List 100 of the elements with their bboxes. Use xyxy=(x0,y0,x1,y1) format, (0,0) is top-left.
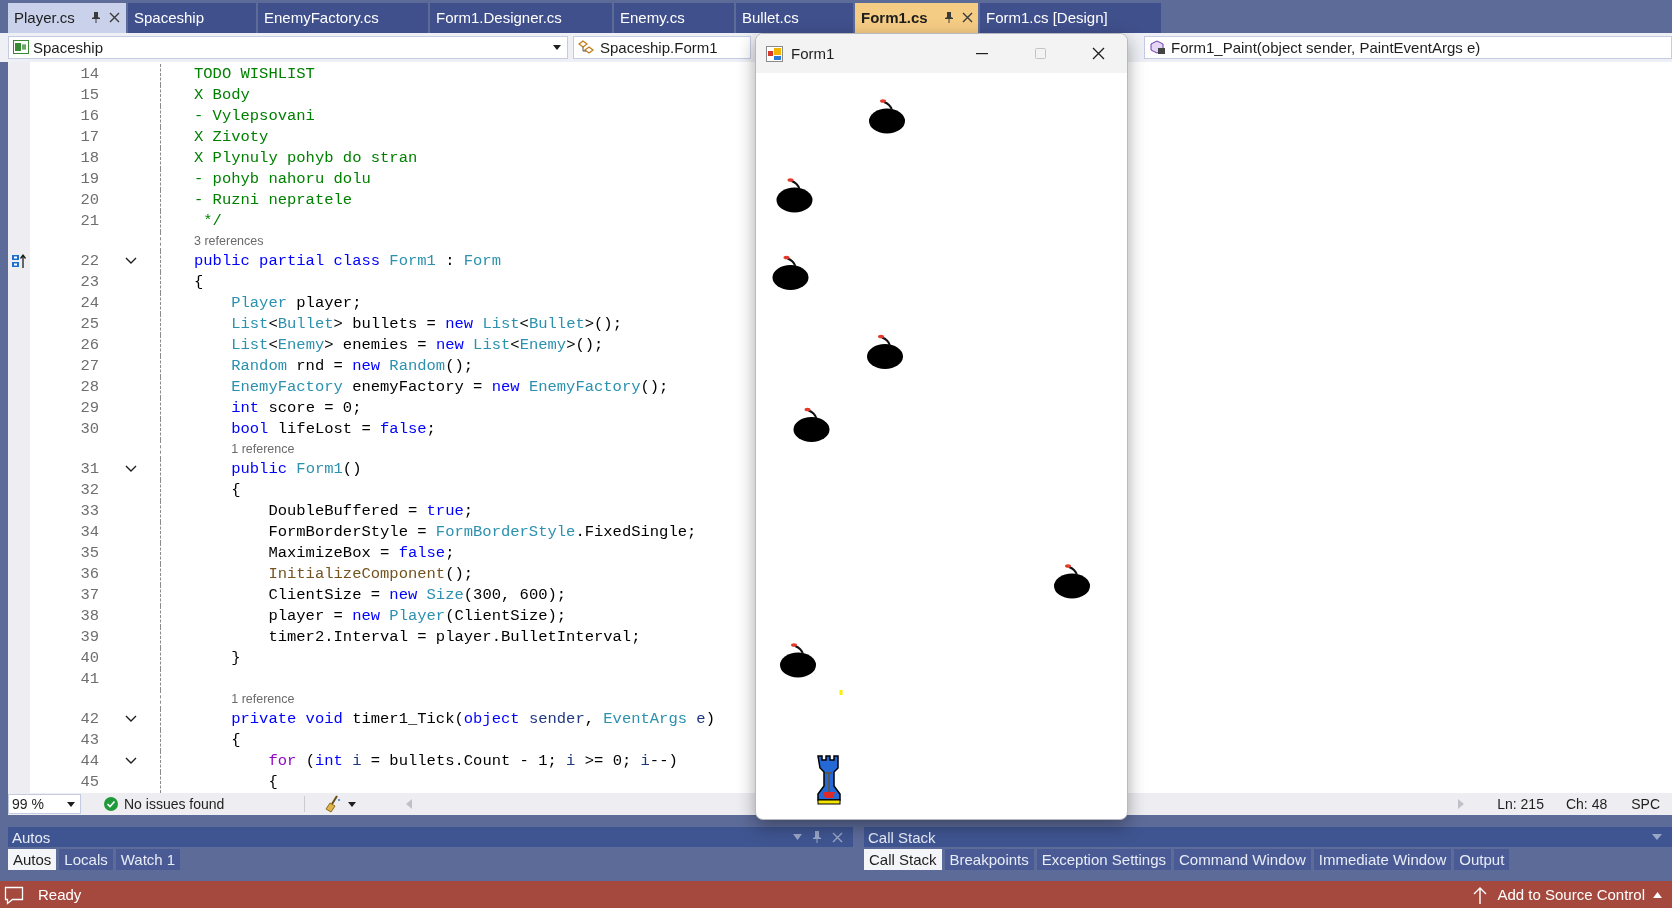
caret-icon xyxy=(348,801,356,807)
override-glyph-icon[interactable] xyxy=(11,253,27,270)
codelens-link[interactable]: 1 reference xyxy=(231,442,295,457)
code-line: FormBorderStyle = FormBorderStyle.FixedSingle; xyxy=(267,523,697,542)
zoom-dropdown[interactable]: 99 % xyxy=(8,794,81,815)
panel-tab[interactable]: Output xyxy=(1454,848,1510,870)
editor-tab[interactable]: Form1.cs [Design] xyxy=(980,3,1161,33)
editor-tab[interactable]: Spaceship xyxy=(128,3,256,33)
panel-tab[interactable]: Autos xyxy=(8,848,57,870)
line-number: 35 xyxy=(80,544,99,563)
editor-tab[interactable]: Enemy.cs xyxy=(614,3,734,33)
code-line: Random rnd = new Random(); xyxy=(230,357,474,376)
line-number: 15 xyxy=(80,86,99,105)
code-line: public partial class Form1 : Form xyxy=(194,252,501,271)
pin-icon[interactable] xyxy=(91,12,101,24)
panel-tab[interactable]: Immediate Window xyxy=(1313,848,1452,870)
code-line: - pohyb nahoru dolu xyxy=(194,170,371,189)
editor-tab[interactable]: Player.cs xyxy=(8,3,126,33)
line-number: 40 xyxy=(80,649,99,668)
line-number: 44 xyxy=(80,752,99,771)
caret-up-icon[interactable] xyxy=(1653,891,1662,898)
line-number: 17 xyxy=(80,128,99,147)
project-dropdown[interactable]: Spaceship xyxy=(8,35,568,59)
code-line: { xyxy=(230,731,241,750)
code-line: X Plynuly pohyb do stran xyxy=(194,149,418,168)
panel-tab[interactable]: Exception Settings xyxy=(1036,848,1171,870)
close-icon[interactable] xyxy=(109,12,120,24)
line-number: 45 xyxy=(80,773,99,792)
close-icon[interactable] xyxy=(1091,47,1105,60)
line-number: 33 xyxy=(80,502,99,521)
code-line: } xyxy=(230,649,241,668)
minimize-icon[interactable] xyxy=(976,52,988,55)
code-line: timer2.Interval = player.BulletInterval; xyxy=(267,628,641,647)
codelens-link[interactable]: 1 reference xyxy=(231,692,295,707)
bomb-icon xyxy=(780,643,816,678)
code-line: List<Bullet> bullets = new List<Bullet>(); xyxy=(230,315,622,334)
line-number: 28 xyxy=(80,378,99,397)
line-number: 25 xyxy=(80,315,99,334)
member-dropdown[interactable]: Form1_Paint(object sender, PaintEventArgs e) xyxy=(1144,35,1672,59)
whitespace-indicator[interactable]: SPC xyxy=(1631,796,1660,813)
editor-tab[interactable]: Bullet.cs xyxy=(736,3,853,33)
bomb-icon xyxy=(1054,564,1090,599)
code-line: bool lifeLost = false; xyxy=(230,420,436,439)
code-line: ClientSize = new Size(300, 600); xyxy=(267,586,567,605)
collapse-chevron-icon[interactable] xyxy=(125,257,137,266)
panel-tab[interactable]: Watch 1 xyxy=(115,848,181,870)
code-line: DoubleBuffered = true; xyxy=(267,502,474,521)
line-number: 22 xyxy=(80,252,99,271)
code-line: player = new Player(ClientSize); xyxy=(267,607,567,626)
line-number: 43 xyxy=(80,731,99,750)
bomb-icon xyxy=(772,255,809,290)
line-number: 30 xyxy=(80,420,99,439)
panel-title: Call Stack xyxy=(868,828,936,846)
panel-tab[interactable]: Command Window xyxy=(1174,848,1311,870)
notification-icon[interactable] xyxy=(4,884,24,905)
line-number: 42 xyxy=(80,710,99,729)
code-line: { xyxy=(267,773,278,792)
collapse-chevron-icon[interactable] xyxy=(125,757,137,766)
line-number: 27 xyxy=(80,357,99,376)
editor-tab[interactable]: Form1.cs xyxy=(855,3,978,33)
panel-tab[interactable]: Locals xyxy=(59,848,113,870)
editor-tab[interactable]: EnemyFactory.cs xyxy=(258,3,428,33)
code-line: { xyxy=(230,481,241,500)
code-line: X Zivoty xyxy=(194,128,269,147)
source-control-button[interactable]: Add to Source Control xyxy=(1497,886,1645,904)
check-icon xyxy=(104,797,118,812)
panel-title: Autos xyxy=(12,828,51,846)
code-line: public Form1() xyxy=(230,460,362,479)
broom-icon[interactable] xyxy=(325,795,343,814)
code-line: TODO WISHLIST xyxy=(194,65,315,84)
bullet-mark xyxy=(839,690,843,695)
code-line: for (int i = bullets.Count - 1; i >= 0; i--) xyxy=(267,752,678,771)
bomb-icon xyxy=(869,99,905,134)
pin-icon[interactable] xyxy=(943,12,954,24)
line-number: 18 xyxy=(80,149,99,168)
collapse-chevron-icon[interactable] xyxy=(125,465,137,474)
column-indicator[interactable]: Ch: 48 xyxy=(1565,796,1608,813)
close-icon[interactable] xyxy=(961,12,973,24)
pin-icon[interactable] xyxy=(812,831,822,844)
line-number: 41 xyxy=(80,670,99,689)
caret-icon[interactable] xyxy=(1652,834,1662,841)
line-number: 26 xyxy=(80,336,99,355)
issues-status[interactable]: No issues found xyxy=(124,796,225,813)
class-icon xyxy=(578,39,596,56)
line-number: 34 xyxy=(80,523,99,542)
line-number: 29 xyxy=(80,399,99,418)
line-indicator[interactable]: Ln: 215 xyxy=(1497,796,1544,813)
codelens-link[interactable]: 3 references xyxy=(194,234,264,249)
panel-tab[interactable]: Call Stack xyxy=(864,848,942,870)
type-dropdown[interactable]: Spaceship.Form1 xyxy=(573,35,751,59)
line-number: 36 xyxy=(80,565,99,584)
panel-tab[interactable]: Breakpoints xyxy=(944,848,1034,870)
up-arrow-icon[interactable] xyxy=(1473,885,1488,904)
editor-tab[interactable]: Form1.Designer.cs xyxy=(430,3,612,33)
code-line: List<Enemy> enemies = new List<Enemy>(); xyxy=(230,336,604,355)
code-line: - Ruzni nepratele xyxy=(194,191,353,210)
code-line: Player player; xyxy=(230,294,362,313)
line-number: 23 xyxy=(80,273,99,292)
caret-icon[interactable] xyxy=(793,834,802,841)
collapse-chevron-icon[interactable] xyxy=(125,715,137,724)
